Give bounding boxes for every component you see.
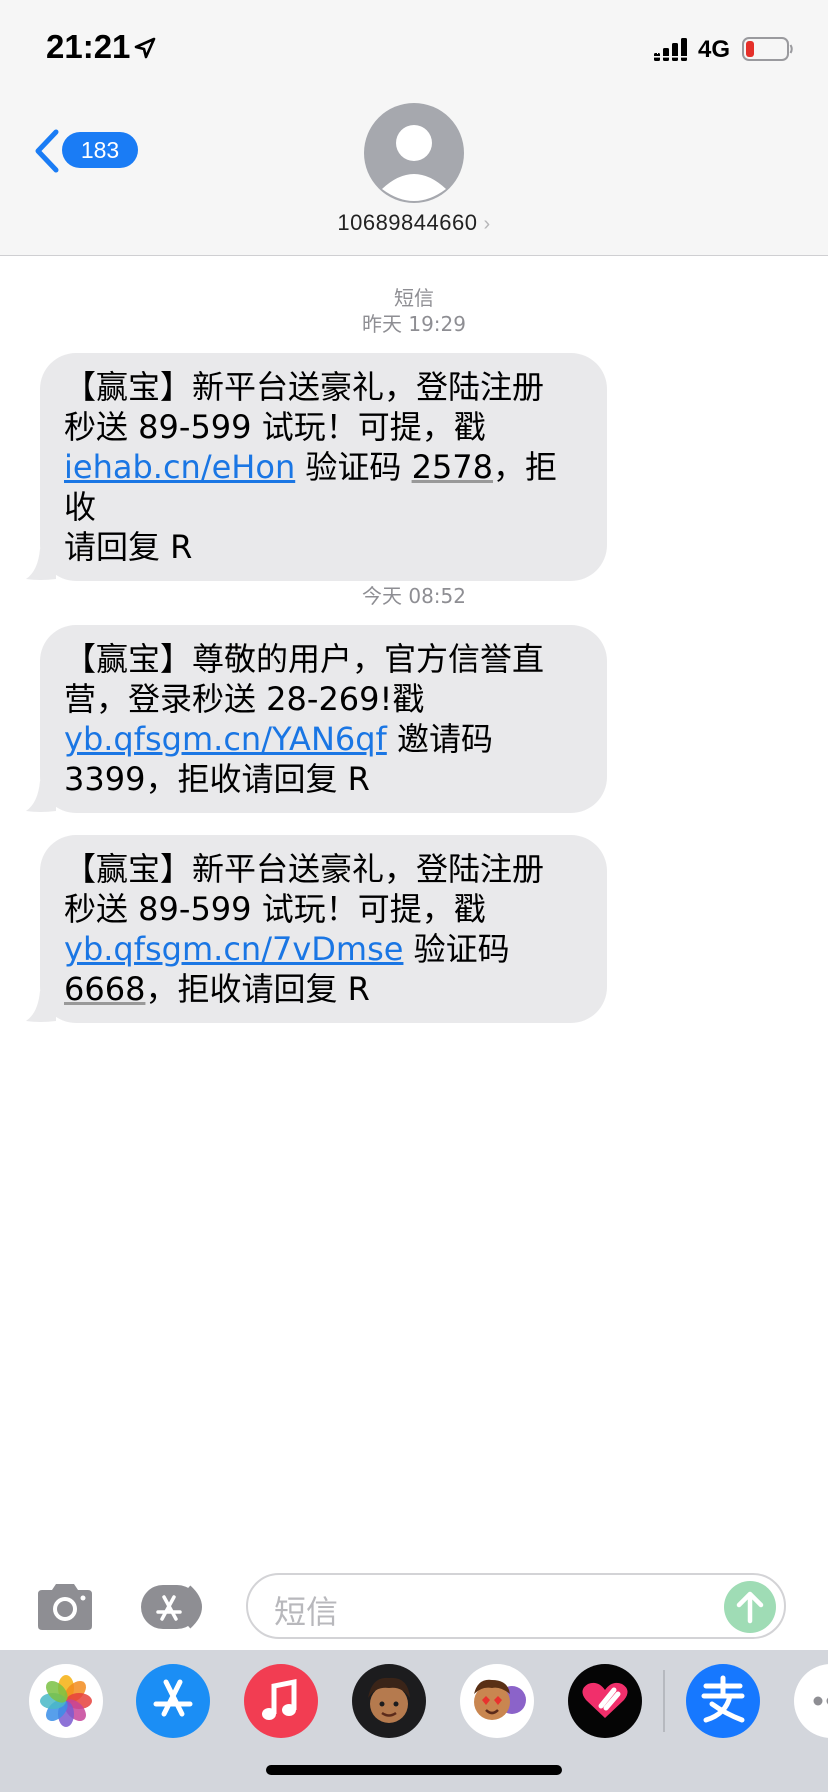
send-button[interactable] xyxy=(724,1581,776,1633)
messages-screen: 21:21 4G 183 10689844660 › 短信 昨天 19:29 【… xyxy=(0,0,828,1792)
drawer-divider xyxy=(663,1670,665,1732)
message-bubble[interactable]: 【赢宝】新平台送豪礼，登陆注册 秒送 89-599 试玩！可提，戳 yb.qfs… xyxy=(26,835,607,1023)
bubble-tail xyxy=(26,781,56,812)
service-label: 短信 xyxy=(394,286,434,310)
alipay-icon[interactable] xyxy=(686,1664,760,1738)
battery-low-icon xyxy=(742,37,793,61)
digital-touch-icon[interactable] xyxy=(568,1664,642,1738)
app-store-icon[interactable] xyxy=(136,1664,210,1738)
message-bubble[interactable]: 【赢宝】新平台送豪礼，登陆注册 秒送 89-599 试玩！可提，戳 iehab.… xyxy=(26,353,607,581)
photos-icon[interactable] xyxy=(29,1664,103,1738)
app-store-apps-icon xyxy=(141,1585,202,1629)
message-input-placeholder: 短信 xyxy=(274,1593,339,1631)
unread-count-badge: 183 xyxy=(62,132,138,168)
timestamp: 昨天 19:29 xyxy=(362,312,466,336)
bubble-tail xyxy=(26,991,56,1022)
contact-name[interactable]: 10689844660 › xyxy=(0,210,828,236)
arrow-up-icon xyxy=(736,1591,764,1624)
chevron-right-icon: › xyxy=(483,213,491,235)
timestamp: 今天 08:52 xyxy=(362,584,466,608)
camera-icon[interactable] xyxy=(34,1582,96,1632)
chevron-left-icon xyxy=(35,129,59,173)
memoji-stickers-icon[interactable] xyxy=(460,1664,534,1738)
location-arrow-icon xyxy=(134,37,156,59)
verification-code[interactable]: 3399 xyxy=(64,760,145,798)
bubble-tail xyxy=(26,549,56,580)
message-link[interactable]: yb.qfsgm.cn/7vDmse xyxy=(64,930,403,968)
contact-avatar[interactable] xyxy=(364,103,464,203)
conversation-header: 21:21 4G 183 10689844660 › xyxy=(0,0,828,256)
message-input[interactable]: 短信 xyxy=(246,1573,786,1639)
app-store-button[interactable] xyxy=(139,1583,215,1635)
music-icon[interactable] xyxy=(244,1664,318,1738)
status-time: 21:21 xyxy=(46,28,131,65)
message-link[interactable]: yb.qfsgm.cn/YAN6qf xyxy=(64,720,387,758)
person-icon xyxy=(382,125,446,201)
verification-code[interactable]: 2578 xyxy=(412,448,493,486)
message-bubble[interactable]: 【赢宝】尊敬的用户，官方信誉直 营，登录秒送 28-269!戳 yb.qfsgm… xyxy=(26,625,607,813)
network-type: 4G xyxy=(698,36,731,63)
memoji-icon[interactable] xyxy=(352,1664,426,1738)
cellular-signal-icon xyxy=(654,38,687,61)
home-indicator[interactable] xyxy=(266,1765,562,1775)
more-icon[interactable] xyxy=(794,1664,828,1738)
verification-code[interactable]: 6668 xyxy=(64,970,145,1008)
message-link[interactable]: iehab.cn/eHon xyxy=(64,448,295,486)
